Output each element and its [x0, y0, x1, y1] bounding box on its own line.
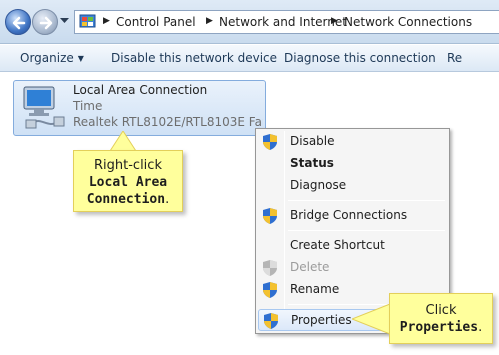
breadcrumb-control-panel[interactable]: Control Panel [116, 15, 196, 29]
uac-shield-icon [263, 134, 277, 150]
disable-device-button[interactable]: Disable this network device [111, 51, 277, 65]
address-bar-area: ▶ Control Panel ▶ Network and Internet ▶… [0, 0, 499, 44]
uac-shield-icon [263, 282, 277, 298]
breadcrumb-separator-icon[interactable]: ▶ [206, 16, 213, 26]
uac-shield-icon [263, 260, 277, 276]
rename-button-truncated[interactable]: Re [447, 51, 462, 65]
address-box[interactable]: ▶ Control Panel ▶ Network and Internet ▶… [74, 10, 499, 34]
control-panel-icon [79, 14, 96, 28]
menu-item-label: Status [290, 156, 334, 170]
diagnose-connection-button[interactable]: Diagnose this connection [284, 51, 436, 65]
callout-period: . [165, 192, 170, 207]
breadcrumb-separator-icon[interactable]: ▶ [331, 16, 338, 26]
chevron-down-icon: ▼ [77, 54, 84, 63]
menu-item-label: Delete [290, 260, 330, 274]
callout-text-bold: Local Area [88, 175, 168, 190]
local-area-connection-item[interactable]: Local Area Connection Time Realtek RTL81… [13, 80, 266, 136]
connection-status: Time [73, 99, 103, 113]
callout-text-line2: Properties. [390, 319, 492, 336]
menu-item-label: Create Shortcut [290, 238, 385, 252]
callout-text: Click [425, 303, 457, 318]
menu-item-disable[interactable]: Disable [258, 131, 447, 153]
callout-arrow-left-icon [352, 304, 391, 334]
organize-menu-button[interactable]: Organize ▼ [20, 51, 84, 65]
menu-separator [288, 200, 445, 201]
breadcrumb-separator-icon[interactable]: ▶ [103, 16, 110, 26]
callout-text: Right-click [94, 158, 162, 173]
arrow-right-icon [39, 16, 53, 30]
menu-item-label: Bridge Connections [290, 208, 408, 222]
callout-period: . [478, 320, 483, 335]
breadcrumb-network-connections[interactable]: Network Connections [344, 15, 472, 29]
organize-label: Organize [20, 51, 74, 65]
breadcrumb-network-and-internet[interactable]: Network and Internet [219, 15, 347, 29]
menu-item-label: Properties [291, 313, 352, 327]
command-toolbar: Organize ▼ Disable this network device Di… [0, 45, 499, 72]
menu-item-delete: Delete [258, 257, 447, 279]
right-click-callout: Right-click Local Area Connection. [73, 150, 183, 212]
menu-item-label: Disable [290, 134, 335, 148]
menu-item-bridge-connections[interactable]: Bridge Connections [258, 205, 447, 227]
arrow-left-icon [12, 16, 26, 30]
forward-button[interactable] [32, 9, 58, 35]
recent-pages-dropdown-icon[interactable] [60, 18, 69, 24]
menu-separator [288, 230, 445, 231]
uac-shield-icon [264, 313, 278, 329]
back-button[interactable] [5, 9, 31, 35]
menu-item-diagnose[interactable]: Diagnose [258, 175, 447, 197]
connection-name: Local Area Connection [73, 83, 208, 97]
menu-item-label: Rename [290, 282, 340, 296]
menu-item-label: Diagnose [290, 178, 347, 192]
menu-item-create-shortcut[interactable]: Create Shortcut [258, 235, 447, 257]
connection-device: Realtek RTL8102E/RTL8103E Famil... [73, 115, 263, 129]
menu-item-status[interactable]: Status [258, 153, 447, 175]
callout-text-bold: Connection [86, 192, 166, 207]
uac-shield-icon [263, 208, 277, 224]
network-adapter-icon [23, 86, 65, 129]
callout-text-bold: Properties [399, 320, 479, 335]
click-properties-callout: Click Properties. [389, 293, 493, 344]
callout-text-line3: Connection. [74, 191, 182, 208]
